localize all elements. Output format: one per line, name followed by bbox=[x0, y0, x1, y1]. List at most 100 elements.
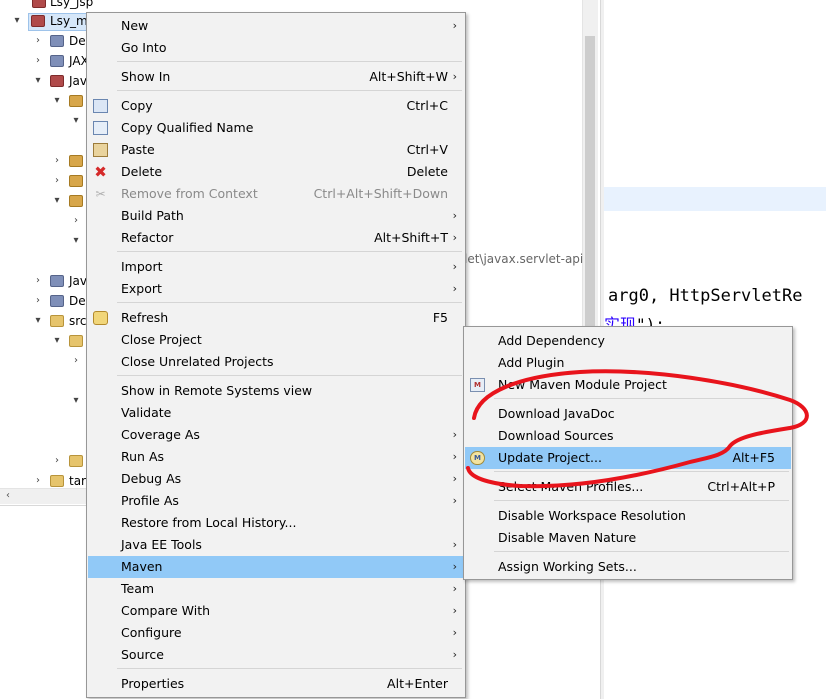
expand-toggle-icon[interactable]: ▾ bbox=[11, 11, 23, 31]
expand-toggle-icon[interactable]: › bbox=[32, 31, 44, 51]
expand-toggle-icon[interactable]: ▾ bbox=[70, 111, 82, 131]
expand-toggle-icon[interactable]: › bbox=[32, 271, 44, 291]
menu-item-add-plugin[interactable]: Add Plugin bbox=[465, 352, 791, 374]
menu-item-copy-qualified-name[interactable]: Copy Qualified Name bbox=[88, 117, 464, 139]
tree-row-src-grandchild[interactable]: › bbox=[0, 351, 90, 371]
menu-item-properties[interactable]: Properties Alt+Enter bbox=[88, 673, 464, 695]
tree-row-nested-2[interactable]: › bbox=[0, 211, 90, 231]
tree-row-source-folder[interactable]: ▾ bbox=[0, 91, 90, 111]
scroll-left-icon[interactable]: ‹ bbox=[6, 488, 10, 504]
menu-item-refactor[interactable]: Refactor Alt+Shift+T › bbox=[88, 227, 464, 249]
tree-row-src-grandchild-2[interactable]: ▾ bbox=[0, 391, 90, 411]
expand-toggle-icon[interactable]: › bbox=[51, 151, 63, 171]
menu-item-paste[interactable]: Paste Ctrl+V bbox=[88, 139, 464, 161]
menu-separator bbox=[494, 500, 789, 501]
menu-item-remove-from-context: ✂ Remove from Context Ctrl+Alt+Shift+Down bbox=[88, 183, 464, 205]
menu-item-restore-local-history[interactable]: Restore from Local History... bbox=[88, 512, 464, 534]
menu-item-refresh[interactable]: Refresh F5 bbox=[88, 307, 464, 329]
submenu-arrow-icon: › bbox=[452, 70, 457, 83]
refresh-icon bbox=[93, 311, 108, 325]
menu-item-download-javadoc[interactable]: Download JavaDoc bbox=[465, 403, 791, 425]
submenu-arrow-icon: › bbox=[452, 209, 457, 222]
submenu-arrow-icon: › bbox=[452, 604, 457, 617]
menu-item-java-ee-tools[interactable]: Java EE Tools › bbox=[88, 534, 464, 556]
submenu-arrow-icon: › bbox=[452, 648, 457, 661]
menu-item-run-as[interactable]: Run As › bbox=[88, 446, 464, 468]
tree-row-package-2[interactable]: › bbox=[0, 171, 90, 191]
package-icon bbox=[69, 155, 83, 167]
submenu-arrow-icon: › bbox=[452, 626, 457, 639]
expand-toggle-icon[interactable]: › bbox=[32, 51, 44, 71]
menu-item-debug-as[interactable]: Debug As › bbox=[88, 468, 464, 490]
menu-item-compare-with[interactable]: Compare With › bbox=[88, 600, 464, 622]
menu-item-coverage-as[interactable]: Coverage As › bbox=[88, 424, 464, 446]
code-line: arg0, HttpServletRe bbox=[608, 286, 803, 306]
maven-submenu: Add Dependency Add Plugin M New Maven Mod… bbox=[463, 326, 793, 580]
tree-row-java-resources[interactable]: ▾ Jav bbox=[0, 71, 90, 91]
expand-toggle-icon[interactable]: › bbox=[70, 211, 82, 231]
menu-item-update-project[interactable]: M Update Project... Alt+F5 bbox=[465, 447, 791, 469]
tree-row-java-library[interactable]: › Jav bbox=[0, 271, 90, 291]
expand-toggle-icon[interactable]: ▾ bbox=[70, 391, 82, 411]
package-icon bbox=[69, 175, 83, 187]
menu-item-export[interactable]: Export › bbox=[88, 278, 464, 300]
expand-toggle-icon[interactable]: › bbox=[32, 291, 44, 311]
submenu-arrow-icon: › bbox=[452, 231, 457, 244]
tree-row-src[interactable]: ▾ src bbox=[0, 311, 90, 331]
menu-item-close-project[interactable]: Close Project bbox=[88, 329, 464, 351]
source-folder-icon bbox=[69, 95, 83, 107]
menu-item-delete[interactable]: ✖ Delete Delete bbox=[88, 161, 464, 183]
menu-item-disable-workspace-resolution[interactable]: Disable Workspace Resolution bbox=[465, 505, 791, 527]
library-path-text: let\javax.servlet-api bbox=[464, 252, 584, 266]
expand-toggle-icon[interactable]: ▾ bbox=[32, 71, 44, 91]
menu-item-configure[interactable]: Configure › bbox=[88, 622, 464, 644]
menu-item-source[interactable]: Source › bbox=[88, 644, 464, 666]
expand-toggle-icon[interactable]: ▾ bbox=[51, 91, 63, 111]
menu-item-select-maven-profiles[interactable]: Select Maven Profiles... Ctrl+Alt+P bbox=[465, 476, 791, 498]
expand-toggle-icon[interactable]: › bbox=[70, 351, 82, 371]
update-project-icon: M bbox=[470, 451, 485, 465]
menu-item-maven[interactable]: Maven › bbox=[88, 556, 464, 578]
menu-item-new-maven-module[interactable]: M New Maven Module Project bbox=[465, 374, 791, 396]
expand-toggle-icon[interactable]: ▾ bbox=[51, 191, 63, 211]
menu-item-assign-working-sets[interactable]: Assign Working Sets... bbox=[465, 556, 791, 578]
menu-item-team[interactable]: Team › bbox=[88, 578, 464, 600]
menu-item-import[interactable]: Import › bbox=[88, 256, 464, 278]
menu-item-validate[interactable]: Validate bbox=[88, 402, 464, 424]
folder-icon bbox=[50, 475, 64, 487]
menu-item-close-unrelated-projects[interactable]: Close Unrelated Projects bbox=[88, 351, 464, 373]
tree-row-nested-3[interactable]: ▾ bbox=[0, 231, 90, 251]
menu-separator bbox=[494, 398, 789, 399]
package-icon bbox=[69, 195, 83, 207]
project-icon bbox=[32, 0, 46, 8]
tree-row-folder[interactable]: › bbox=[0, 451, 90, 471]
menu-item-build-path[interactable]: Build Path › bbox=[88, 205, 464, 227]
tree-row-jaxws[interactable]: › JAX bbox=[0, 51, 90, 71]
menu-item-new[interactable]: New › bbox=[88, 15, 464, 37]
tree-row-package-1[interactable]: › bbox=[0, 151, 90, 171]
menu-item-show-in-remote-systems[interactable]: Show in Remote Systems view bbox=[88, 380, 464, 402]
tree-row-nested[interactable]: ▾ bbox=[0, 111, 90, 131]
menu-item-disable-maven-nature[interactable]: Disable Maven Nature bbox=[465, 527, 791, 549]
expand-toggle-icon[interactable]: › bbox=[51, 171, 63, 191]
menu-item-download-sources[interactable]: Download Sources bbox=[465, 425, 791, 447]
expand-toggle-icon[interactable]: ▾ bbox=[51, 331, 63, 351]
menu-separator bbox=[117, 375, 462, 376]
submenu-arrow-icon: › bbox=[452, 538, 457, 551]
tree-row-package-3[interactable]: ▾ bbox=[0, 191, 90, 211]
tree-row-lsy-m[interactable]: ▾ Lsy_m bbox=[0, 11, 90, 31]
expand-toggle-icon[interactable]: › bbox=[51, 451, 63, 471]
tree-row-deployed[interactable]: › De bbox=[0, 291, 90, 311]
expand-toggle-icon[interactable]: ▾ bbox=[70, 231, 82, 251]
tree-row-src-child[interactable]: ▾ bbox=[0, 331, 90, 351]
menu-item-add-dependency[interactable]: Add Dependency bbox=[465, 330, 791, 352]
menu-item-copy[interactable]: Copy Ctrl+C bbox=[88, 95, 464, 117]
menu-item-show-in[interactable]: Show In Alt+Shift+W › bbox=[88, 66, 464, 88]
menu-item-go-into[interactable]: Go Into bbox=[88, 37, 464, 59]
folder-icon bbox=[69, 455, 83, 467]
maven-project-icon bbox=[31, 15, 45, 27]
tree-row-descriptor[interactable]: › De bbox=[0, 31, 90, 51]
expand-toggle-icon[interactable]: ▾ bbox=[32, 311, 44, 331]
submenu-arrow-icon: › bbox=[452, 472, 457, 485]
menu-item-profile-as[interactable]: Profile As › bbox=[88, 490, 464, 512]
